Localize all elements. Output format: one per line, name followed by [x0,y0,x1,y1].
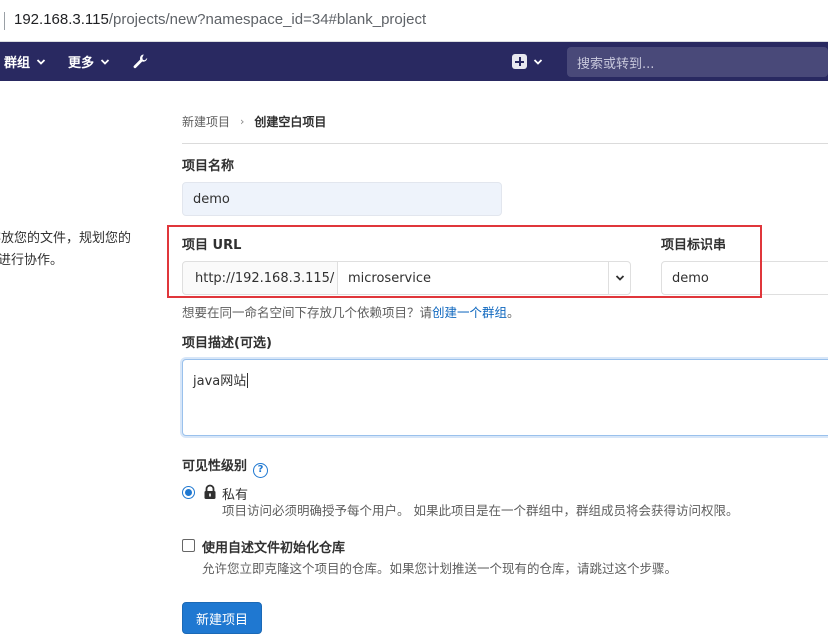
browser-address-bar[interactable]: 192.168.3.115/projects/new?namespace_id=… [0,0,828,42]
chevron-down-icon [100,58,110,65]
wrench-icon [133,54,148,69]
breadcrumb-divider [182,143,828,144]
project-name-label: 项目名称 [182,159,235,174]
create-project-button[interactable]: 新建项目 [182,602,262,634]
chevron-down-icon [36,58,46,65]
project-description-value: java网站 [193,374,247,389]
sidebar-description: 存放您的文件，规划您的 或进行协作。 [0,228,131,272]
admin-area-button[interactable] [132,42,149,81]
project-name-input[interactable]: demo [182,182,502,216]
sidebar-description-line: 存放您的文件，规划您的 [0,231,132,246]
search-input[interactable]: 搜索或转到... [567,47,828,77]
plus-icon [512,54,527,69]
top-navbar: 群组 更多 搜索或转到... [0,42,828,81]
breadcrumb-current[interactable]: 创建空白项目 [254,113,326,130]
visibility-private-description: 项目访问必须明确授予每个用户。 如果此项目是在一个群组中，群组成员将会获得访问权… [222,503,739,518]
text-cursor [247,373,249,388]
nav-more-label: 更多 [68,56,95,71]
nav-groups-menu[interactable]: 群组 [4,42,46,81]
group-hint: 想要在同一命名空间下存放几个依赖项目？请创建一个群组。 [182,305,520,320]
init-readme-label[interactable]: 使用自述文件初始化仓库 [202,537,345,556]
visibility-label: 可见性级别? [182,455,269,478]
create-group-link[interactable]: 创建一个群组 [432,305,507,320]
question-circle-icon[interactable]: ? [253,463,269,478]
new-dropdown-button[interactable] [512,42,543,81]
nav-more-menu[interactable]: 更多 [68,42,110,81]
init-readme-checkbox[interactable] [182,539,195,552]
address-divider [4,12,5,30]
address-url[interactable]: 192.168.3.115/projects/new?namespace_id=… [14,11,426,28]
project-description-textarea[interactable]: java网站 [182,359,828,436]
sidebar-description-line: 或进行协作。 [0,253,64,268]
lock-icon [204,484,216,499]
highlight-annotation [167,225,762,298]
project-description-label: 项目描述(可选) [182,336,272,351]
breadcrumb-new-project[interactable]: 新建项目 [182,113,230,130]
visibility-private-radio[interactable] [182,486,195,499]
breadcrumb: 新建项目 › 创建空白项目 [182,113,326,130]
chevron-down-icon [533,58,543,65]
init-readme-description: 允许您立即克隆这个项目的仓库。如果您计划推送一个现有的仓库，请跳过这个步骤。 [202,561,678,576]
nav-groups-label: 群组 [4,56,31,71]
chevron-right-icon: › [240,115,245,128]
